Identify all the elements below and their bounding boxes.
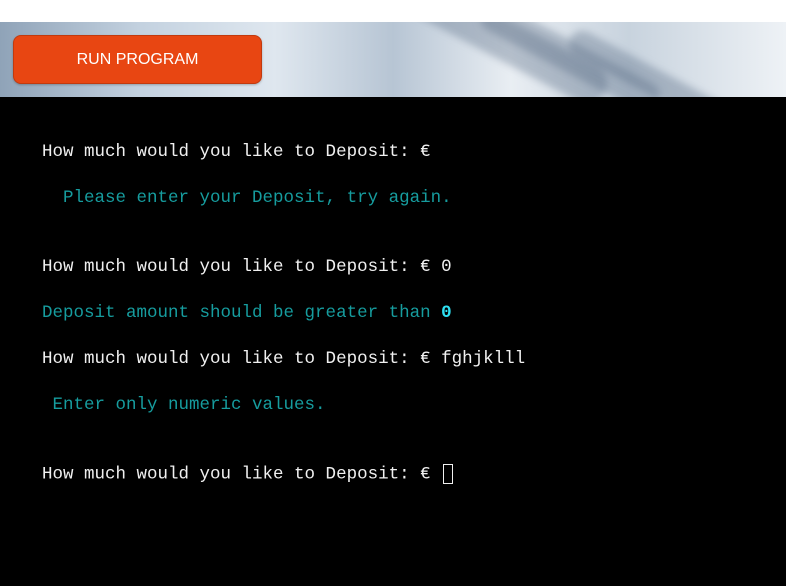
prompt-text: How much would you like to Deposit: € xyxy=(42,464,431,485)
error-message: Enter only numeric values. xyxy=(42,395,326,415)
user-input: 0 xyxy=(430,257,452,277)
error-message: Please enter your Deposit, try again. xyxy=(42,188,452,208)
top-strip xyxy=(0,0,786,22)
terminal-output[interactable]: How much would you like to Deposit: € Pl… xyxy=(0,97,786,586)
error-message: Deposit amount should be greater than xyxy=(42,303,442,323)
user-input xyxy=(431,465,442,485)
text-cursor[interactable] xyxy=(443,464,454,484)
header-banner: RUN PROGRAM xyxy=(0,22,786,97)
terminal-line: Please enter your Deposit, try again. xyxy=(0,168,452,228)
prompt-text: How much would you like to Deposit: € xyxy=(42,142,431,162)
terminal-line: Enter only numeric values. xyxy=(0,375,326,435)
highlighted-value: 0 xyxy=(441,303,452,323)
terminal-line: How much would you like to Deposit: € xyxy=(0,444,454,505)
run-program-button[interactable]: RUN PROGRAM xyxy=(13,35,262,84)
user-input: fghjklll xyxy=(430,349,526,369)
prompt-text: How much would you like to Deposit: € xyxy=(42,257,431,277)
prompt-text: How much would you like to Deposit: € xyxy=(42,349,431,369)
